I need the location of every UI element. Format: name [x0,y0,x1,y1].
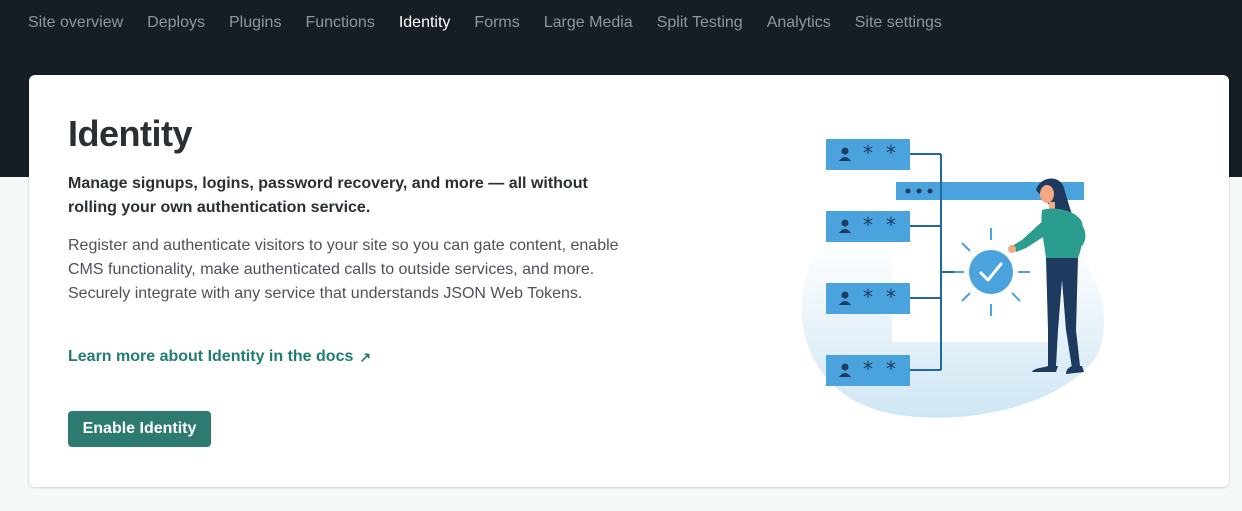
external-arrow-icon: ↗ [359,348,372,365]
lead-text: Manage signups, logins, password recover… [68,175,588,216]
svg-text:*: * [863,357,873,381]
svg-text:*: * [886,357,896,381]
identity-card: Identity Manage signups, logins, passwor… [29,75,1229,487]
docs-link-label: Learn more about Identity in the docs [68,348,354,365]
site-nav: Site overview Deploys Plugins Functions … [16,0,954,46]
svg-text:*: * [886,213,896,237]
credential-row-2: * * [826,211,910,242]
svg-text:*: * [886,141,896,165]
nav-item-split-testing[interactable]: Split Testing [645,14,755,32]
nav-item-large-media[interactable]: Large Media [532,14,645,32]
credential-row-4: * * [826,355,910,386]
nav-item-functions[interactable]: Functions [293,14,386,32]
nav-item-forms[interactable]: Forms [462,14,531,32]
svg-text:*: * [863,213,873,237]
nav-item-site-settings[interactable]: Site settings [843,14,954,32]
nav-item-plugins[interactable]: Plugins [217,14,293,32]
enable-identity-button[interactable]: Enable Identity [68,411,211,447]
svg-text:*: * [886,285,896,309]
svg-text:*: * [863,285,873,309]
credential-row-1: * * [826,139,910,170]
docs-link[interactable]: Learn more about Identity in the docs ↗ [68,348,371,366]
nav-item-identity[interactable]: Identity [387,14,463,32]
page-title: Identity [68,113,193,154]
nav-item-analytics[interactable]: Analytics [755,14,843,32]
svg-text:*: * [863,141,873,165]
description-text: Register and authenticate visitors to yo… [68,237,619,302]
nav-item-deploys[interactable]: Deploys [135,14,217,32]
identity-illustration: * * * * * * * * [801,139,1104,418]
nav-item-site-overview[interactable]: Site overview [16,14,135,32]
credential-row-3: * * [826,283,910,314]
